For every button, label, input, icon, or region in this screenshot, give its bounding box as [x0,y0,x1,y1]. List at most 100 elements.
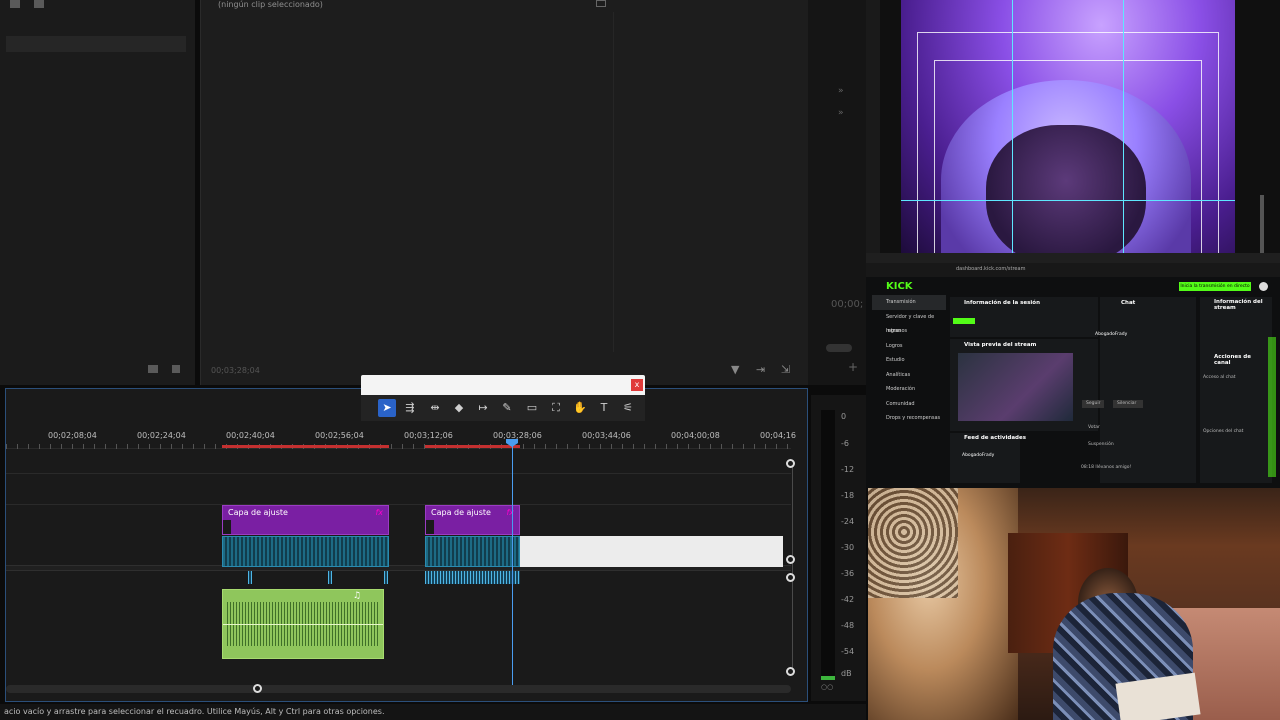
vertical-scrollbar[interactable] [792,461,793,673]
remix-tool-icon[interactable]: ⚟ [619,399,637,417]
program-timecode[interactable]: 00;00; [831,299,863,310]
zoom-knob[interactable] [253,684,262,693]
selection-tool-icon[interactable]: ➤ [378,399,396,417]
suspension-label[interactable]: Suspensión [1088,442,1114,447]
ruler-label: 00;02;08;04 [48,431,97,440]
playhead[interactable] [512,441,513,685]
nav-item[interactable]: Analíticas [872,368,946,383]
nav-item[interactable]: Moderación [872,382,946,397]
room-webcam [868,488,1280,720]
chevron-right-icon[interactable]: » [838,108,844,118]
avatar[interactable] [1259,282,1268,291]
kick-logo[interactable]: KICK [886,281,913,292]
ripple-edit-tool-icon[interactable]: ⇹ [426,399,444,417]
icon-view-icon[interactable] [34,0,44,8]
trash-icon[interactable] [172,365,180,373]
quick-actions-rail[interactable] [1268,337,1276,477]
vote-label[interactable]: Votar [1088,425,1100,430]
guide-line[interactable] [1123,0,1124,253]
adjustment-clip[interactable]: Capa de ajuste fx [425,505,520,535]
browser-address-bar[interactable] [866,263,1280,277]
session-info-title: Información de la sesión [964,300,1040,306]
mute-label: Silenciar [1117,401,1137,406]
audio-clip-small[interactable] [248,571,252,584]
scroll-knob[interactable] [786,667,795,676]
hand-tool-icon[interactable]: ✋ [571,399,589,417]
overwrite-icon[interactable]: ⇲ [781,363,790,376]
razor-tool-icon[interactable]: ◆ [450,399,468,417]
clip-name: Capa de ajuste [228,508,288,517]
project-bin-row[interactable] [6,36,186,52]
list-view-icon[interactable] [10,0,20,8]
chevron-right-icon[interactable]: » [838,86,844,96]
export-frame-icon[interactable] [596,0,606,7]
add-icon[interactable]: + [848,360,858,374]
nav-item[interactable]: Servidor y clave de retran [872,310,946,335]
chat-user[interactable]: AbogadoFrady [1095,332,1127,337]
fx-badge[interactable]: fx [375,508,383,517]
tools-panel-header[interactable]: x [361,375,645,395]
source-timecode[interactable]: 00;03;28;04 [211,366,260,375]
filter-icon[interactable]: ▼ [731,363,739,376]
audio-clip-small[interactable] [384,571,388,584]
volume-rubberband[interactable] [223,624,383,625]
track-select-tool-icon[interactable]: ⇶ [401,399,419,417]
adjustment-clip[interactable]: Capa de ajuste fx [222,505,389,535]
new-bin-icon[interactable] [148,365,158,373]
audio-clip-small[interactable] [328,571,332,584]
channel-actions-title: Acciones de canal [1214,354,1251,366]
time-ruler[interactable]: 00;02;08;04 00;02;24;04 00;02;40;04 00;0… [6,431,796,449]
zoom-toggle[interactable] [826,344,852,352]
meter-bar [821,410,835,680]
rectangle-tool-icon[interactable]: ▭ [523,399,541,417]
guide-line[interactable] [901,200,1235,201]
nav-item[interactable]: Logros [872,339,946,354]
url-text[interactable]: dashboard.kick.com/stream [956,266,1025,272]
timeline-panel[interactable]: 00;02;08;04 00;02;24;04 00;02;40;04 00;0… [5,388,808,702]
db-label: -54 [841,647,855,656]
follow-button[interactable]: Seguir [1082,400,1104,408]
project-panel [0,0,195,385]
video-clip-white[interactable] [520,536,783,567]
nav-item[interactable]: Estudio [872,353,946,368]
db-label: -24 [841,517,855,526]
tools-panel[interactable]: x ➤ ⇶ ⇹ ◆ ↦ ✎ ▭ ⛶ ✋ T ⚟ [361,375,645,421]
chat-options-label: Opciones del chat [1203,429,1244,434]
nav-item[interactable]: Transmisión [872,295,946,310]
insert-icon[interactable]: ⇥ [756,363,765,376]
solo-icon[interactable]: ○○ [821,683,833,691]
chat-title: Chat [1121,300,1136,306]
music-audio-clip[interactable]: ♫ [222,589,384,659]
guide-line[interactable] [1012,0,1013,253]
browser-tabs[interactable] [866,253,1280,263]
crop-tool-icon[interactable]: ⛶ [547,399,565,417]
close-button[interactable]: x [631,379,643,391]
scroll-knob[interactable] [786,555,795,564]
video-clip[interactable] [222,536,389,567]
slip-tool-icon[interactable]: ↦ [474,399,492,417]
db-label: 0 [841,412,847,421]
feed-username[interactable]: AbogadoFrady [962,453,994,458]
pen-tool-icon[interactable]: ✎ [498,399,516,417]
mute-button[interactable]: Silenciar [1113,400,1143,408]
scroll-knob[interactable] [786,459,795,468]
nav-item[interactable]: Ingresos [872,324,946,339]
nav-item[interactable]: Drops y recompensas [872,411,946,426]
vertical-ruler[interactable] [866,0,880,253]
stream-info-panel [1200,297,1272,483]
track-separator [6,473,791,474]
stream-preview-video[interactable] [958,353,1073,421]
music-note-icon: ♫ [352,591,361,601]
ruler-label: 00;04;16 [760,431,796,440]
video-clip[interactable] [425,536,520,567]
nav-item[interactable]: Comunidad [872,397,946,412]
horizontal-scrollbar[interactable] [6,685,791,693]
audio-clip[interactable] [425,571,520,584]
source-monitor-title: (ningún clip seleccionado) [218,0,323,9]
monitor-scrollbar[interactable] [1260,195,1264,253]
go-live-button[interactable]: Inicia la transmisión en directo [1179,282,1251,291]
audio-meters: 0 -6 -12 -18 -24 -30 -36 -42 -48 -54 dB … [811,395,866,701]
scroll-knob[interactable] [786,573,795,582]
type-tool-icon[interactable]: T [595,399,613,417]
clip-name: Capa de ajuste [431,508,491,517]
